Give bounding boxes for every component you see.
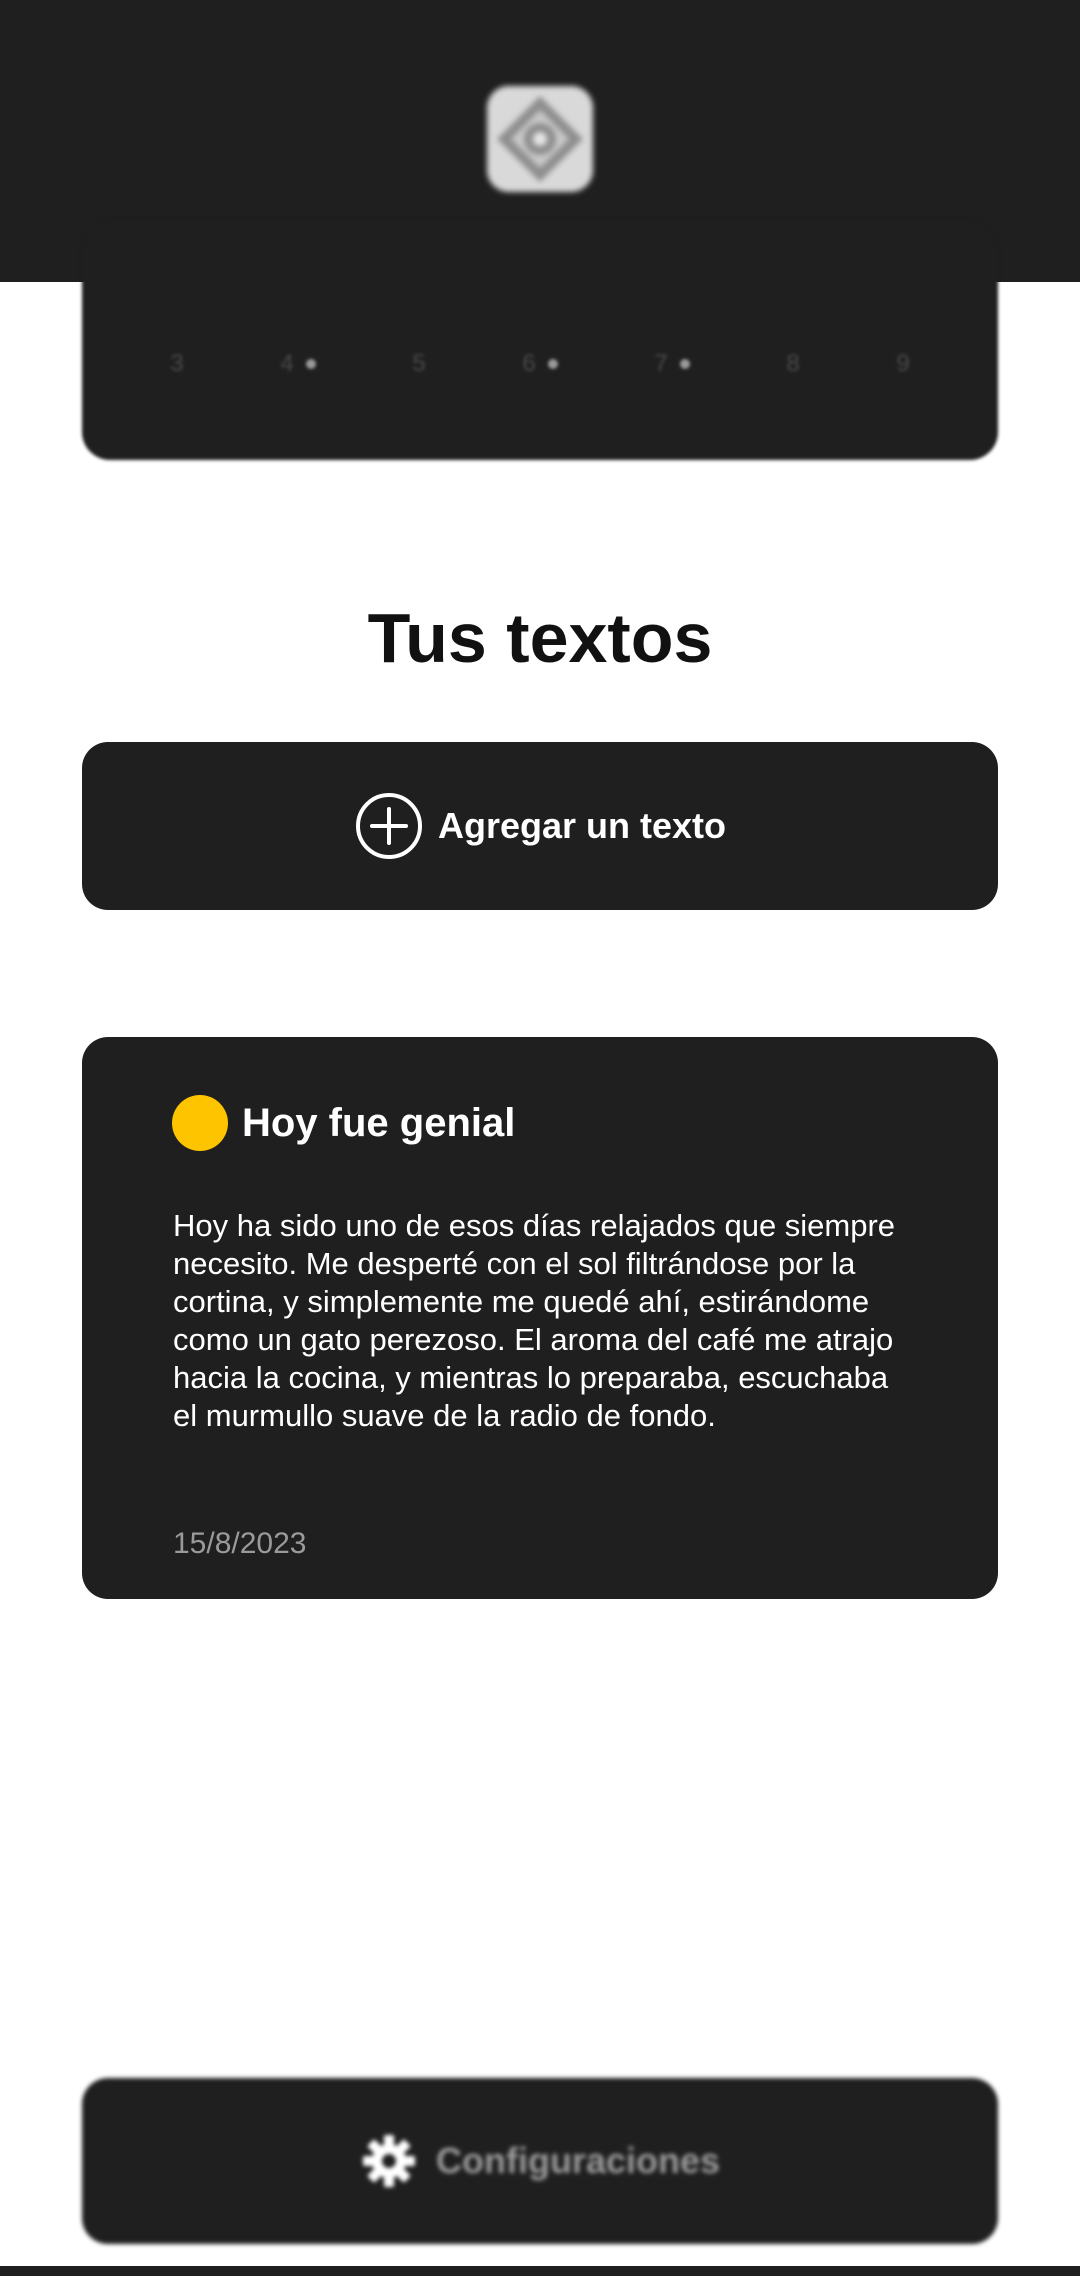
- settings-button[interactable]: Configuraciones: [82, 2078, 998, 2244]
- entry-date: 15/8/2023: [173, 1527, 307, 1560]
- entry-marker-dot: [679, 359, 690, 369]
- page-title: Tus textos: [367, 599, 713, 677]
- calendar-day-label: 7: [654, 350, 668, 377]
- entry-body: Hoy ha sido uno de esos días relajados q…: [173, 1208, 896, 1433]
- calendar-day[interactable]: 5: [412, 350, 425, 378]
- calendar-day[interactable]: 7: [654, 350, 690, 378]
- calendar-day[interactable]: 8: [786, 350, 799, 378]
- calendar-day[interactable]: 6: [522, 350, 558, 378]
- calendar-day-label: 6: [522, 350, 536, 377]
- text-entry-card[interactable]: Hoy fue genial Hoy ha sido uno de esos d…: [82, 1037, 998, 1599]
- calendar-day-label: 3: [170, 350, 184, 377]
- entry-marker-dot: [305, 359, 316, 369]
- calendar-day-label: 4: [280, 350, 294, 377]
- settings-label: Configuraciones: [435, 2140, 721, 2181]
- entry-title: Hoy fue genial: [242, 1100, 516, 1145]
- add-text-button[interactable]: Agregar un texto: [82, 742, 998, 910]
- calendar-day-label: 8: [786, 350, 800, 377]
- bottom-strip: [0, 2266, 1080, 2276]
- calendar-day-label: 5: [412, 350, 426, 377]
- add-text-label: Agregar un texto: [437, 805, 727, 846]
- calendar-days-row: 3 4 5 6 7 8 9: [82, 350, 998, 378]
- calendar-day-label: 9: [896, 350, 910, 377]
- entry-marker-dot: [547, 359, 558, 369]
- app-logo-icon: [487, 86, 593, 192]
- entry-header: Hoy fue genial: [172, 1095, 515, 1151]
- mood-indicator: [172, 1095, 228, 1151]
- calendar-day[interactable]: 4: [280, 350, 316, 378]
- calendar-day[interactable]: 3: [170, 350, 183, 378]
- gear-icon: [362, 2135, 415, 2187]
- week-calendar: 3 4 5 6 7 8 9: [82, 220, 998, 460]
- plus-circle-icon: [355, 793, 422, 859]
- calendar-day[interactable]: 9: [896, 350, 909, 378]
